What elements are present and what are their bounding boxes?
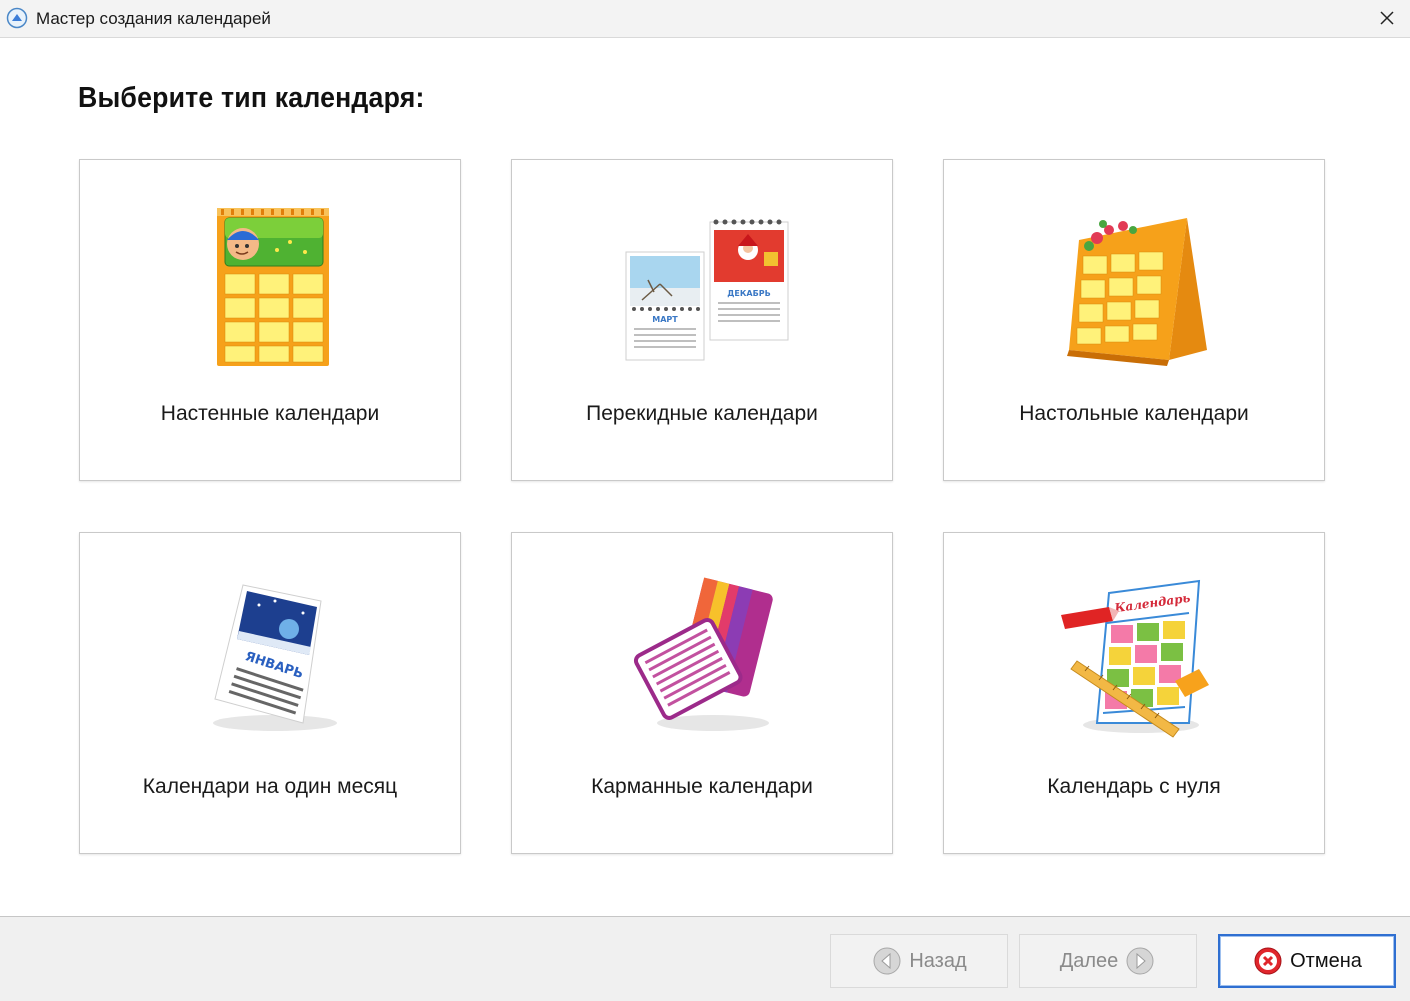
- monthly-calendar-icon: ЯНВАРЬ: [80, 573, 460, 763]
- flip-month-text-2: ДЕКАБРЬ: [727, 289, 770, 298]
- desk-calendar-icon: [944, 200, 1324, 390]
- tile-label: Карманные календари: [591, 775, 813, 798]
- flip-month-text-1: МАРТ: [652, 315, 678, 324]
- tile-label: Календарь с нуля: [1047, 775, 1221, 798]
- blank-calendar-icon: Календарь: [944, 573, 1324, 763]
- arrow-right-icon: [1124, 945, 1156, 977]
- tile-label: Перекидные календари: [586, 402, 818, 425]
- tile-blank-calendar[interactable]: Календарь Календарь с нуля: [943, 532, 1325, 854]
- title-bar: Мастер создания календарей: [0, 0, 1410, 38]
- tile-wall-calendars[interactable]: Настенные календари: [79, 159, 461, 481]
- back-button[interactable]: Назад: [830, 934, 1008, 988]
- window-title: Мастер создания календарей: [36, 9, 271, 28]
- tile-label: Настенные календари: [160, 402, 380, 425]
- close-icon: [1380, 11, 1394, 25]
- back-label: Назад: [909, 949, 967, 972]
- tile-desk-calendars[interactable]: Настольные календари: [943, 159, 1325, 481]
- tile-label: Настольные календари: [1019, 402, 1249, 425]
- tile-label: Календари на один месяц: [142, 775, 398, 798]
- button-bar: Назад Далее Отмена: [0, 916, 1410, 1001]
- close-button[interactable]: [1372, 4, 1402, 32]
- next-button[interactable]: Далее: [1019, 934, 1197, 988]
- app-icon: [6, 7, 28, 29]
- next-label: Далее: [1059, 949, 1119, 972]
- wall-calendar-icon: [80, 200, 460, 390]
- pocket-calendar-icon: [512, 573, 892, 763]
- tile-flip-calendars[interactable]: МАРТ ДЕКАБРЬ Перекидные календари: [511, 159, 893, 481]
- cancel-icon: [1252, 945, 1284, 977]
- cancel-label: Отмена: [1290, 949, 1362, 972]
- tile-pocket-calendars[interactable]: Карманные календари: [511, 532, 893, 854]
- page-heading: Выберите тип календаря:: [78, 82, 425, 114]
- flip-calendar-icon: МАРТ ДЕКАБРЬ: [512, 200, 892, 390]
- arrow-left-icon: [871, 945, 903, 977]
- cancel-button[interactable]: Отмена: [1218, 934, 1396, 988]
- tile-monthly-calendars[interactable]: ЯНВАРЬ Календари на один месяц: [79, 532, 461, 854]
- wizard-content: Выберите тип календаря: Настенные календ…: [0, 38, 1410, 916]
